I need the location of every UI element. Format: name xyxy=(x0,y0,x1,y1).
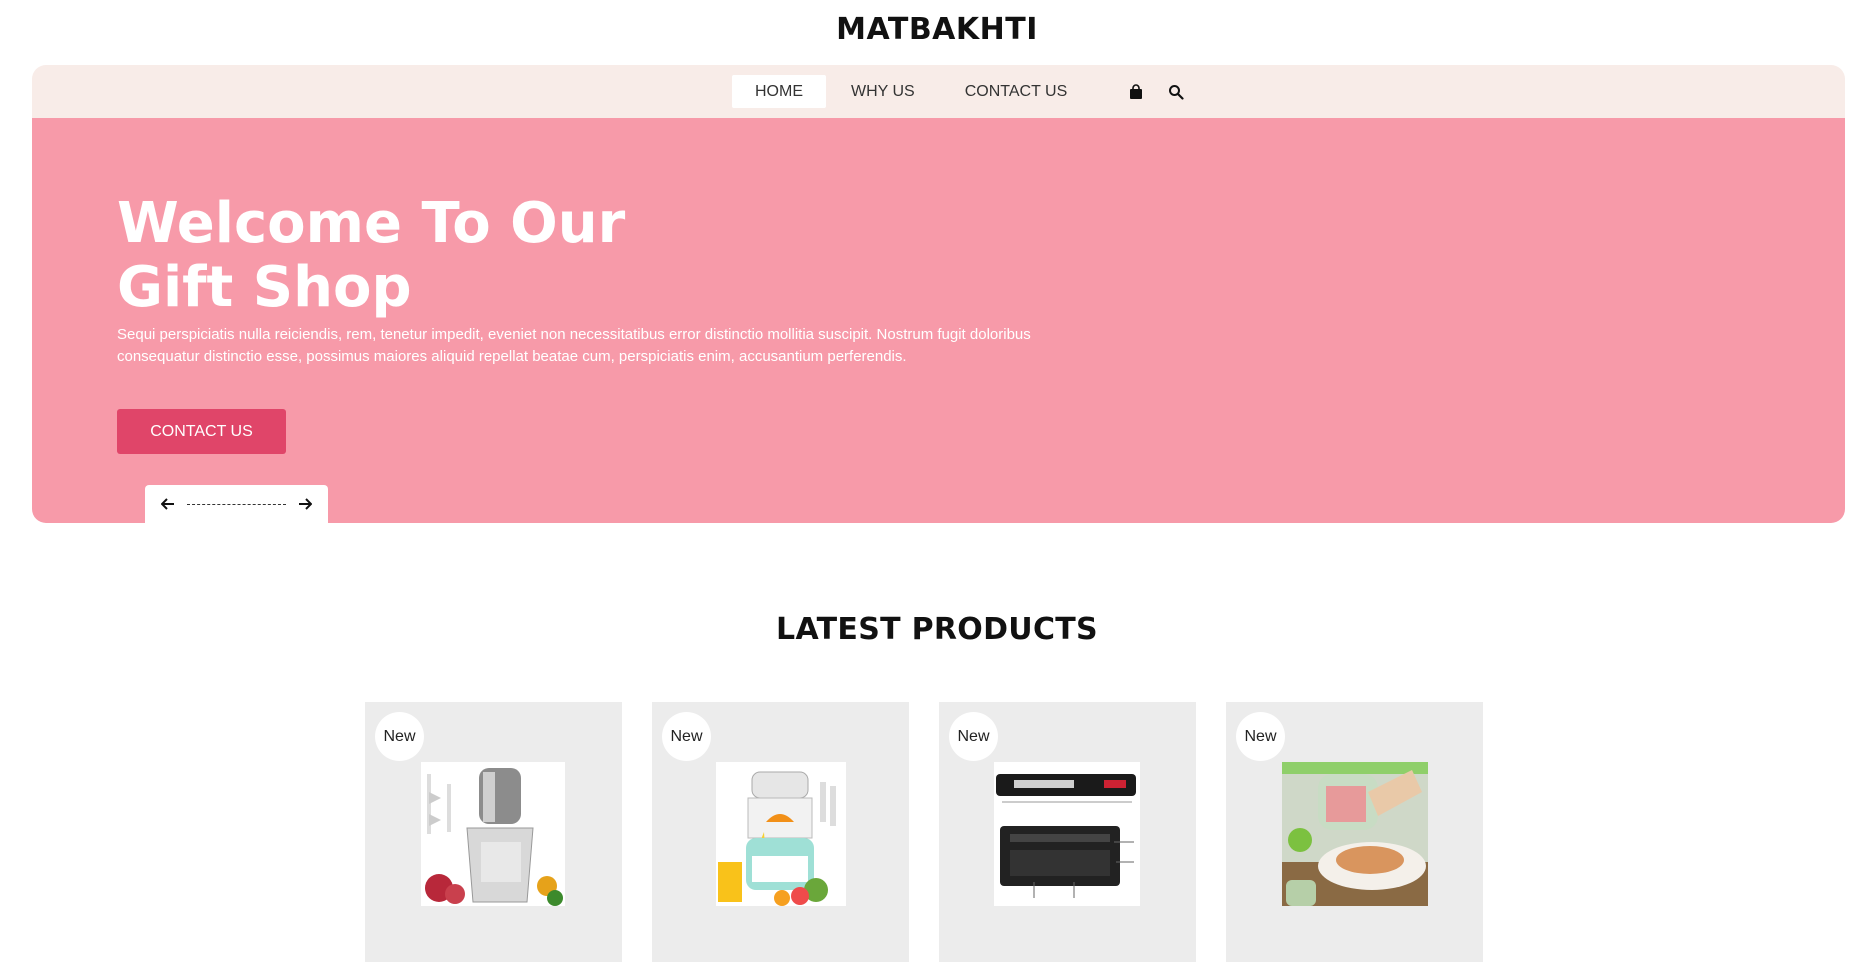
product-image-citrus-juicer[interactable] xyxy=(716,762,846,906)
new-badge: New xyxy=(375,712,424,761)
latest-products-title: LATEST PRODUCTS xyxy=(776,612,1098,647)
nav-menu: HOME WHY US CONTACT US xyxy=(732,75,1190,108)
product-card[interactable]: New xyxy=(652,702,909,962)
contact-us-button[interactable]: CONTACT US xyxy=(117,409,286,454)
product-card[interactable]: New xyxy=(939,702,1196,962)
hero-title: Welcome To Our Gift Shop xyxy=(117,192,625,320)
search-icon[interactable] xyxy=(1162,78,1190,106)
product-image-food-chopper[interactable] xyxy=(421,762,565,906)
nav-item-why-us[interactable]: WHY US xyxy=(826,75,940,108)
slider-progress-line xyxy=(187,503,286,505)
hero-title-line2: Gift Shop xyxy=(117,255,412,320)
brand-logo[interactable]: MATBAKHTI xyxy=(0,12,1874,47)
product-card[interactable]: New xyxy=(1226,702,1483,962)
product-card[interactable]: New xyxy=(365,702,622,962)
shopping-bag-icon[interactable] xyxy=(1122,78,1150,106)
nav-item-contact-us[interactable]: CONTACT US xyxy=(940,75,1093,108)
arrow-left-icon[interactable] xyxy=(159,495,177,513)
new-badge: New xyxy=(1236,712,1285,761)
nav-item-home[interactable]: HOME xyxy=(732,75,826,108)
hero-description: Sequi perspiciatis nulla reiciendis, rem… xyxy=(117,326,1031,365)
product-grid: New New New New xyxy=(365,702,1483,962)
main-navbar: HOME WHY US CONTACT US xyxy=(32,65,1845,118)
arrow-right-icon[interactable] xyxy=(296,495,314,513)
hero-title-line1: Welcome To Our xyxy=(117,191,626,256)
new-badge: New xyxy=(949,712,998,761)
product-image-vegetable-cutter[interactable] xyxy=(1282,762,1428,906)
slider-controls xyxy=(145,485,328,523)
product-image-vacuum-sealer[interactable] xyxy=(994,762,1140,906)
hero-banner: Welcome To Our Gift Shop Sequi perspicia… xyxy=(32,118,1845,523)
new-badge: New xyxy=(662,712,711,761)
